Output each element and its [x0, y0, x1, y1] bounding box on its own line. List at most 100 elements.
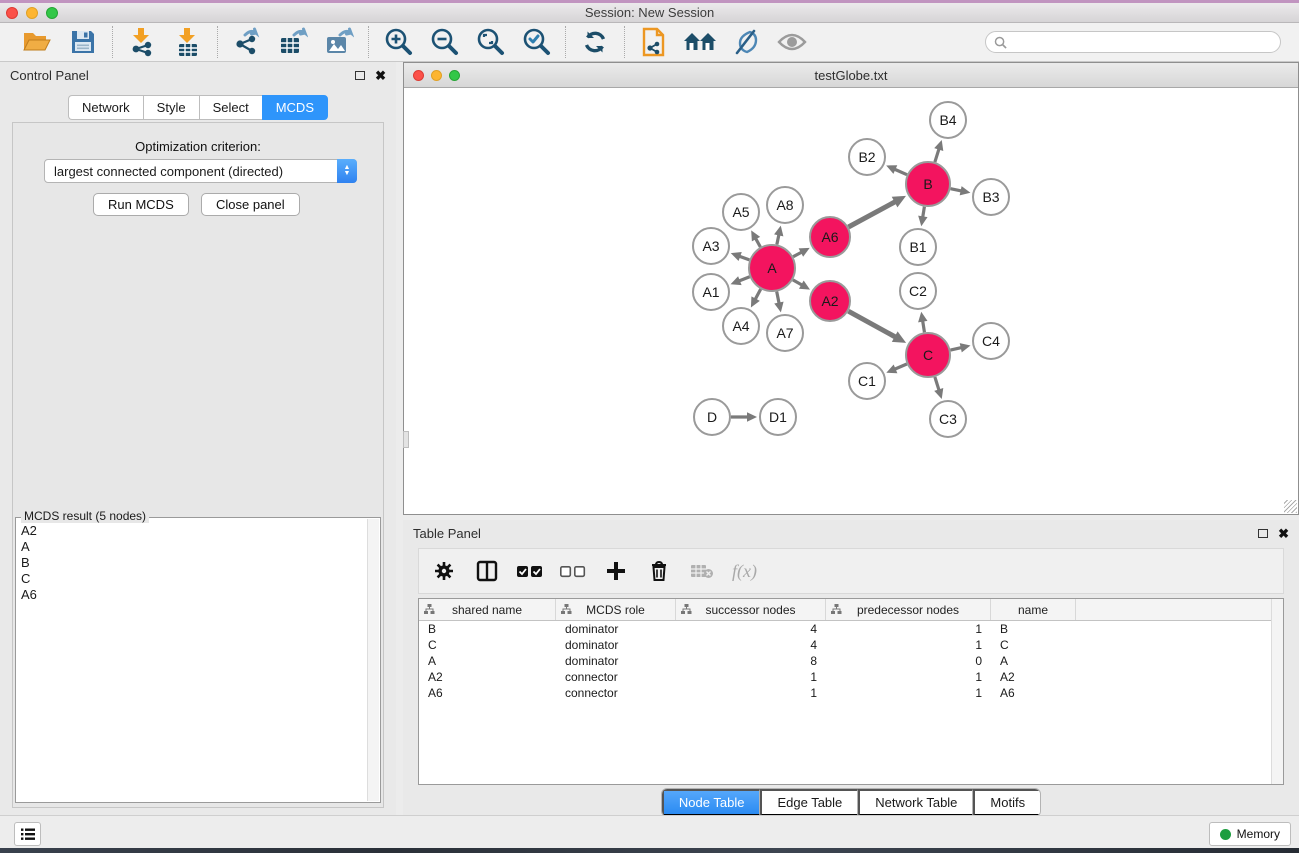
- table-cell[interactable]: B: [991, 622, 1076, 636]
- table-cell[interactable]: 1: [826, 670, 991, 684]
- table-settings-gear-icon[interactable]: [431, 558, 457, 584]
- result-list-item[interactable]: A6: [21, 587, 367, 603]
- memory-button[interactable]: Memory: [1209, 822, 1291, 846]
- eye-icon[interactable]: [772, 25, 812, 59]
- result-list-item[interactable]: A: [21, 539, 367, 555]
- export-image-icon[interactable]: [319, 25, 359, 59]
- graph-edge[interactable]: [848, 201, 896, 227]
- tab-edge-table[interactable]: Edge Table: [760, 789, 858, 816]
- network-window-titlebar[interactable]: testGlobe.txt: [404, 63, 1298, 88]
- select-all-icon[interactable]: [517, 558, 543, 584]
- graph-edge[interactable]: [935, 377, 939, 391]
- run-mcds-button[interactable]: Run MCDS: [93, 193, 189, 216]
- column-header-successor-nodes[interactable]: successor nodes: [676, 599, 826, 620]
- network-canvas[interactable]: B4B2BB3A8A5A6A3B1AA1C2A2A4A7CC4C1C3DD1: [404, 88, 1298, 514]
- table-cell[interactable]: A6: [991, 686, 1076, 700]
- select-columns-icon[interactable]: [474, 558, 500, 584]
- export-table-icon[interactable]: [273, 25, 313, 59]
- export-network-icon[interactable]: [227, 25, 267, 59]
- graph-node-A[interactable]: A: [749, 245, 795, 291]
- graph-node-A6[interactable]: A6: [810, 217, 850, 257]
- table-cell[interactable]: 4: [676, 638, 826, 652]
- import-network-icon[interactable]: [122, 25, 162, 59]
- graph-node-B[interactable]: B: [906, 162, 950, 206]
- mcds-result-list[interactable]: A2ABCA6: [17, 519, 367, 801]
- graph-node-A7[interactable]: A7: [767, 315, 803, 351]
- table-cell[interactable]: A2: [991, 670, 1076, 684]
- result-list-item[interactable]: C: [21, 571, 367, 587]
- split-divider-grip[interactable]: [403, 431, 409, 448]
- tab-network-table[interactable]: Network Table: [858, 789, 973, 816]
- zoom-fit-icon[interactable]: [470, 25, 510, 59]
- deselect-all-icon[interactable]: [560, 558, 586, 584]
- table-cell[interactable]: A: [419, 654, 556, 668]
- graph-node-B2[interactable]: B2: [849, 139, 885, 175]
- graph-node-A4[interactable]: A4: [723, 308, 759, 344]
- table-cell[interactable]: 1: [826, 638, 991, 652]
- search-input[interactable]: [1012, 35, 1272, 49]
- refresh-icon[interactable]: [575, 25, 615, 59]
- graph-node-C4[interactable]: C4: [973, 323, 1009, 359]
- tab-node-table[interactable]: Node Table: [662, 789, 761, 816]
- table-cell[interactable]: connector: [556, 670, 676, 684]
- show-panels-list-button[interactable]: [14, 822, 41, 846]
- home-panels-icon[interactable]: [680, 25, 720, 59]
- column-header-predecessor-nodes[interactable]: predecessor nodes: [826, 599, 991, 620]
- close-panel-icon[interactable]: ✖: [1278, 527, 1289, 540]
- graph-node-A1[interactable]: A1: [693, 274, 729, 310]
- network-from-document-icon[interactable]: [634, 25, 674, 59]
- table-cell[interactable]: C: [419, 638, 556, 652]
- column-header-MCDS-role[interactable]: MCDS role: [556, 599, 676, 620]
- table-cell[interactable]: 8: [676, 654, 826, 668]
- zoom-in-icon[interactable]: [378, 25, 418, 59]
- graph-edge[interactable]: [894, 169, 907, 175]
- open-folder-icon[interactable]: [17, 25, 57, 59]
- save-icon[interactable]: [63, 25, 103, 59]
- graph-node-D1[interactable]: D1: [760, 399, 796, 435]
- table-row[interactable]: Cdominator41C: [419, 637, 1283, 653]
- graph-node-A3[interactable]: A3: [693, 228, 729, 264]
- graph-node-C[interactable]: C: [906, 333, 950, 377]
- table-cell[interactable]: 1: [826, 622, 991, 636]
- table-cell[interactable]: A2: [419, 670, 556, 684]
- table-cell[interactable]: 1: [826, 686, 991, 700]
- import-table-icon[interactable]: [168, 25, 208, 59]
- tab-network[interactable]: Network: [68, 95, 143, 120]
- zoom-selected-icon[interactable]: [516, 25, 556, 59]
- table-cell[interactable]: A6: [419, 686, 556, 700]
- table-row[interactable]: A6connector11A6: [419, 685, 1283, 701]
- table-row[interactable]: Adominator80A: [419, 653, 1283, 669]
- window-resize-grip[interactable]: [1284, 500, 1297, 513]
- column-header-name[interactable]: name: [991, 599, 1076, 620]
- close-panel-icon[interactable]: ✖: [375, 69, 386, 82]
- search-field[interactable]: [985, 31, 1281, 53]
- tab-motifs[interactable]: Motifs: [973, 789, 1040, 816]
- graph-edge[interactable]: [935, 148, 939, 162]
- table-cell[interactable]: dominator: [556, 638, 676, 652]
- graph-edge[interactable]: [848, 311, 896, 337]
- table-row[interactable]: Bdominator41B: [419, 621, 1283, 637]
- tab-select[interactable]: Select: [199, 95, 262, 120]
- graph-node-C2[interactable]: C2: [900, 273, 936, 309]
- table-row[interactable]: A2connector11A2: [419, 669, 1283, 685]
- zoom-out-icon[interactable]: [424, 25, 464, 59]
- result-list-item[interactable]: A2: [21, 523, 367, 539]
- graph-node-B3[interactable]: B3: [973, 179, 1009, 215]
- graph-node-D[interactable]: D: [694, 399, 730, 435]
- table-cell[interactable]: 4: [676, 622, 826, 636]
- node-table-body[interactable]: Bdominator41BCdominator41CAdominator80AA…: [419, 621, 1283, 701]
- table-cell[interactable]: dominator: [556, 622, 676, 636]
- column-header-shared-name[interactable]: shared name: [419, 599, 556, 620]
- graph-node-C3[interactable]: C3: [930, 401, 966, 437]
- table-cell[interactable]: C: [991, 638, 1076, 652]
- float-panel-icon[interactable]: [355, 71, 365, 80]
- graph-node-B1[interactable]: B1: [900, 229, 936, 265]
- graph-node-C1[interactable]: C1: [849, 363, 885, 399]
- table-scrollbar[interactable]: [1271, 599, 1283, 784]
- table-cell[interactable]: B: [419, 622, 556, 636]
- graph-node-A8[interactable]: A8: [767, 187, 803, 223]
- delete-column-trash-icon[interactable]: [646, 558, 672, 584]
- annotation-off-icon[interactable]: [726, 25, 766, 59]
- result-list-item[interactable]: B: [21, 555, 367, 571]
- add-column-icon[interactable]: [603, 558, 629, 584]
